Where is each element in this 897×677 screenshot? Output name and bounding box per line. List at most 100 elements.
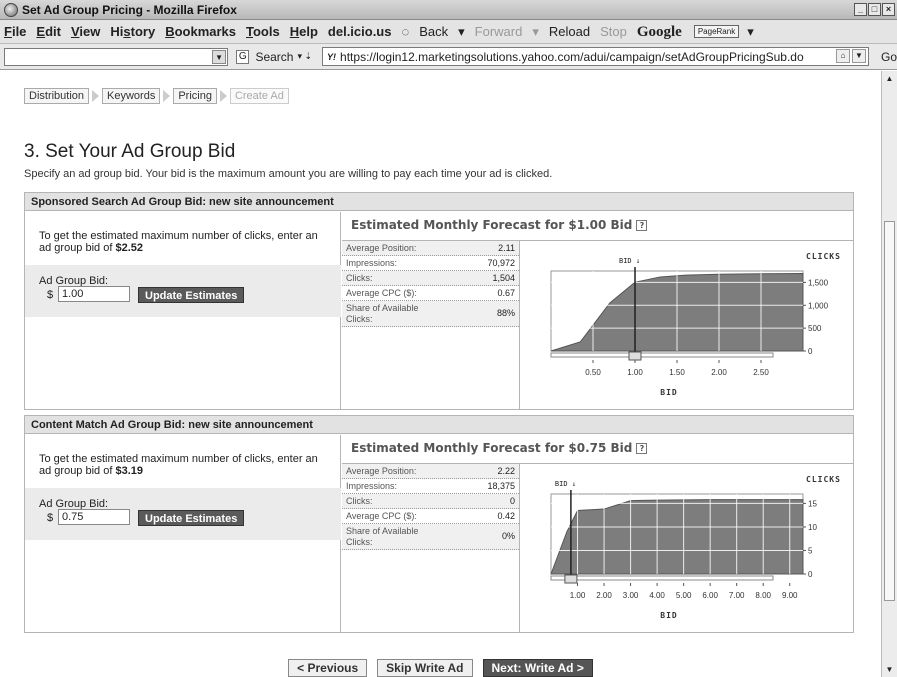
sponsored-bid-section: To get the estimated maximum number of c… [25,212,341,409]
x-tick-label: 1.00 [570,591,586,600]
scroll-up-icon[interactable]: ▲ [884,73,895,84]
bid-slider-handle[interactable] [564,574,578,584]
window-controls: _ □ × [854,3,895,16]
stat-label: Clicks: [346,496,373,506]
content-match-currency-symbol: $ [47,512,54,524]
content-match-chart-svg: 0 5 10 15 CLICKS 1.00 2.00 3.00 4.00 5.00 6.00 7.00… [550,475,840,620]
step-distribution[interactable]: Distribution [24,88,90,104]
menu-item-6[interactable]: Help [290,20,318,44]
scroll-down-icon[interactable]: ▼ [884,664,895,675]
bid-slider-track [550,575,774,581]
x-axis-label: BID [660,388,677,397]
url-dropdown-icon[interactable]: ▼ [851,49,866,63]
sponsored-forecast-title-text: Estimated Monthly Forecast for $1.00 Bid [351,218,633,232]
back-dropdown-icon[interactable]: ▾ [458,20,465,44]
firefox-icon [4,3,18,17]
content-match-description: To get the estimated maximum number of c… [39,453,333,477]
stop-button[interactable]: Stop [600,20,627,44]
stat-row: Clicks: 0 [342,494,519,509]
next-write-ad-button[interactable]: Next: Write Ad > [482,659,593,677]
bid-marker-label: BID ↓ [555,480,576,488]
search-engine-box[interactable]: ▼ [4,47,229,66]
y-tick-label: 15 [808,499,817,508]
pagerank-dropdown-icon[interactable]: ▾ [747,20,754,44]
menu-item-4[interactable]: Bookmarks [165,20,236,44]
content-match-forecast-title: Estimated Monthly Forecast for $0.75 Bid… [351,441,648,455]
bid-slider-handle[interactable] [628,351,642,361]
help-icon[interactable]: ? [636,443,648,454]
stat-label: Impressions: [346,481,398,491]
step-arrow-icon [163,90,171,102]
sponsored-description: To get the estimated maximum number of c… [39,230,333,254]
menu-item-1[interactable]: Edit [36,20,61,44]
content-match-bid-section: To get the estimated maximum number of c… [25,435,341,632]
content-match-bid-input[interactable]: 0.75 [58,509,130,525]
stat-row: Clicks: 1,504 [342,271,519,286]
stat-value: 0 [509,496,515,506]
forward-button[interactable]: Forward [475,20,523,44]
pagerank-badge[interactable]: PageRank [693,25,740,38]
maximize-icon[interactable]: □ [868,3,881,16]
reload-button[interactable]: Reload [549,20,590,44]
step-arrow-icon [92,90,100,102]
y-tick-label: 0 [808,570,813,579]
go-button[interactable]: Go [881,50,897,64]
window-titlebar: Set Ad Group Pricing - Mozilla Firefox _… [0,0,897,20]
sponsored-update-estimates-button[interactable]: Update Estimates [138,287,245,303]
search-button[interactable]: Search [255,50,293,64]
google-search-icon[interactable]: G [236,49,250,64]
security-icon[interactable]: ⌂ [835,49,850,63]
x-tick-label: 1.50 [669,368,685,377]
menu-item-2[interactable]: View [71,20,100,44]
wizard-buttons: < Previous Skip Write Ad Next: Write Ad … [0,659,881,677]
stat-value: 0.67 [497,288,515,298]
content-match-suggested-bid: $3.19 [115,465,143,477]
delicious-menu[interactable]: del.icio.us [328,20,392,44]
back-button[interactable]: Back [419,20,448,44]
x-tick-label: 2.00 [596,591,612,600]
url-text: https://login12.marketingsolutions.yahoo… [340,49,804,64]
sponsored-search-panel: Sponsored Search Ad Group Bid: new site … [24,192,854,410]
menu-item-5[interactable]: Tools [246,20,280,44]
delicious-icon: ◌ [401,23,410,39]
skip-write-ad-button[interactable]: Skip Write Ad [377,659,473,677]
forward-dropdown-icon[interactable]: ▾ [532,20,539,44]
stat-row: Share of Available Clicks: 88% [342,301,519,327]
step-keywords[interactable]: Keywords [102,88,161,104]
x-tick-label: 7.00 [729,591,745,600]
page-title: 3. Set Your Ad Group Bid [24,141,236,162]
yahoo-site-icon: Y! [327,51,337,62]
chevron-down-icon[interactable]: ▼ [212,49,227,64]
stat-value: 2.22 [497,466,515,476]
content-match-forecast-stats: Average Position: 2.22 Impressions: 18,375 C… [342,464,520,632]
sponsored-chart-svg: 0 500 1,000 1,500 CLICKS 0.50 1.00 1.50 2.00 2.50… [550,252,840,397]
stat-value: 70,972 [487,258,515,268]
x-tick-label: 2.00 [711,368,727,377]
clicks-area-series [550,499,804,575]
stat-label: Average Position: [346,243,417,253]
step-pricing[interactable]: Pricing [173,88,217,104]
menu-item-3[interactable]: History [110,20,155,44]
x-axis-label: BID [660,611,677,620]
sponsored-forecast-chart: 0 500 1,000 1,500 CLICKS 0.50 1.00 1.50 2.00 2.50… [521,241,854,409]
menu-item-0[interactable]: File [4,20,26,44]
content-match-panel: Content Match Ad Group Bid: new site ann… [24,415,854,633]
stat-label: Share of Available Clicks: [346,302,419,324]
minimize-icon[interactable]: _ [854,3,867,16]
google-logo[interactable]: Google [637,20,682,44]
content-match-update-estimates-button[interactable]: Update Estimates [138,510,245,526]
help-icon[interactable]: ? [636,220,648,231]
content-match-forecast-title-text: Estimated Monthly Forecast for $0.75 Bid [351,441,633,455]
search-dropdown-icon[interactable]: ▾ ⇣ [297,51,312,62]
sponsored-bid-input[interactable]: 1.00 [58,286,130,302]
stat-value: 0.42 [497,511,515,521]
sponsored-forecast-title: Estimated Monthly Forecast for $1.00 Bid… [351,218,648,232]
breadcrumb: Distribution Keywords Pricing Create Ad [24,88,289,104]
previous-button[interactable]: < Previous [288,659,368,677]
sponsored-suggested-bid: $2.52 [115,242,143,254]
scrollbar-thumb[interactable] [884,221,895,601]
close-icon[interactable]: × [882,3,895,16]
stat-label: Average CPC ($): [346,511,417,521]
vertical-scrollbar[interactable]: ▲ ▼ [881,71,897,677]
address-bar[interactable]: Y! https://login12.marketingsolutions.ya… [322,47,869,66]
